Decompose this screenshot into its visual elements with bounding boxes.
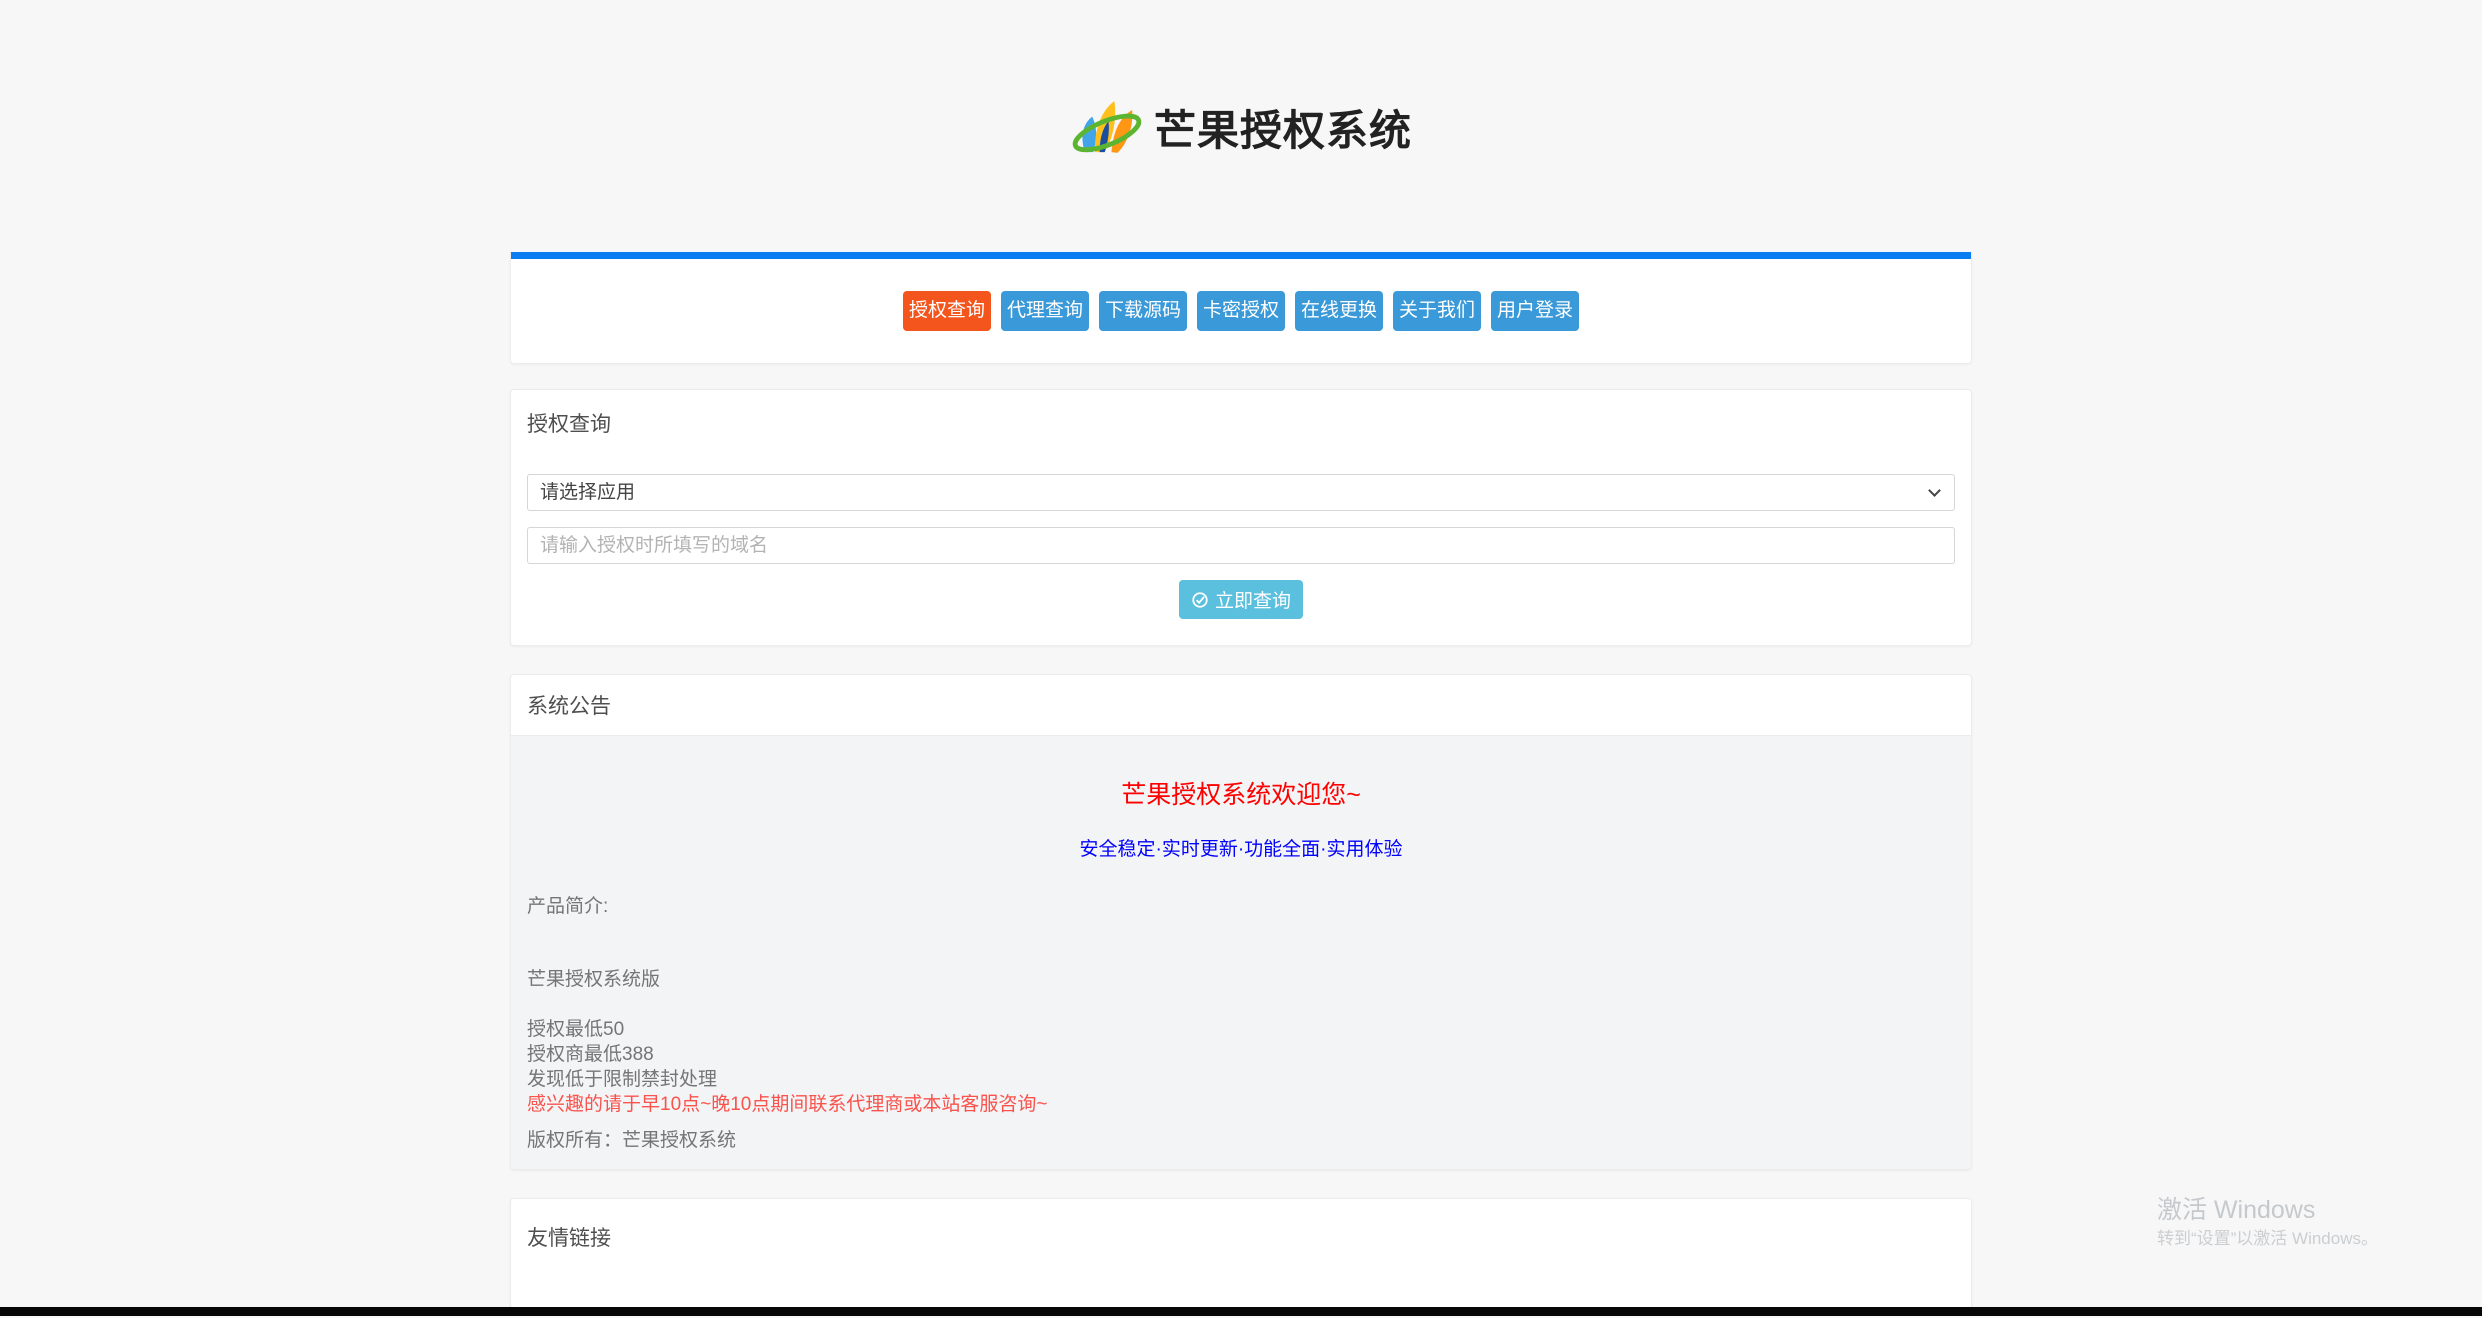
main-nav: 授权查询 代理查询 下载源码 卡密授权 在线更换 关于我们 用户登录 bbox=[511, 259, 1971, 363]
windows-activation-watermark: 激活 Windows 转到“设置”以激活 Windows。 bbox=[2157, 1197, 2378, 1248]
mango-logo-icon bbox=[1070, 90, 1144, 164]
announcement-line-contact: 感兴趣的请于早10点~晚10点期间联系代理商或本站客服咨询~ bbox=[527, 1094, 1048, 1115]
app-select-wrap: 请选择应用 bbox=[527, 474, 1955, 511]
site-header: 芒果授权系统 bbox=[0, 0, 2482, 164]
query-submit-button[interactable]: 立即查询 bbox=[1178, 580, 1303, 619]
announcement-line-warning: 发现低于限制禁封处理 bbox=[527, 1069, 718, 1090]
domain-input[interactable] bbox=[527, 527, 1955, 564]
nav-item-online-replace[interactable]: 在线更换 bbox=[1295, 291, 1384, 331]
announcement-price-lines: 授权最低50 授权商最低388 发现低于限制禁封处理 感兴趣的请于早10点~晚1… bbox=[527, 1017, 1955, 1117]
announcement-card-title: 系统公告 bbox=[511, 675, 1971, 736]
announcement-card: 系统公告 芒果授权系统欢迎您~ 安全稳定·实时更新·功能全面·实用体验 产品简介… bbox=[510, 674, 1972, 1170]
watermark-line1: 激活 Windows bbox=[2156, 1196, 2316, 1224]
submit-row: 立即查询 bbox=[527, 580, 1955, 619]
nav-item-user-login[interactable]: 用户登录 bbox=[1491, 291, 1580, 331]
announcement-line-agent-min: 授权商最低388 bbox=[527, 1044, 654, 1065]
check-circle-icon bbox=[1191, 591, 1209, 609]
top-accent-bar bbox=[511, 252, 1971, 259]
friend-links-title: 友情链接 bbox=[527, 1227, 611, 1250]
watermark-line2: 转到“设置”以激活 Windows。 bbox=[2156, 1229, 2378, 1248]
content-container: 授权查询 代理查询 下载源码 卡密授权 在线更换 关于我们 用户登录 授权查询 … bbox=[510, 252, 1972, 1309]
bottom-black-bar bbox=[0, 1307, 2482, 1316]
app-select[interactable]: 请选择应用 bbox=[527, 474, 1955, 511]
nav-item-about-us[interactable]: 关于我们 bbox=[1393, 291, 1482, 331]
page: 芒果授权系统 授权查询 代理查询 下载源码 卡密授权 在线更换 关于我们 用户登… bbox=[0, 0, 2482, 1309]
announcement-copyright: 版权所有：芒果授权系统 bbox=[527, 1130, 737, 1151]
site-title: 芒果授权系统 bbox=[1153, 105, 1412, 155]
announcement-body: 芒果授权系统欢迎您~ 安全稳定·实时更新·功能全面·实用体验 产品简介: 芒果授… bbox=[511, 736, 1971, 1169]
nav-item-auth-query[interactable]: 授权查询 bbox=[902, 291, 991, 331]
nav-item-download-source[interactable]: 下载源码 bbox=[1098, 291, 1187, 331]
friend-links-card: 友情链接 bbox=[510, 1198, 1972, 1309]
nav-item-card-key-auth[interactable]: 卡密授权 bbox=[1196, 291, 1285, 331]
nav-bar-card: 授权查询 代理查询 下载源码 卡密授权 在线更换 关于我们 用户登录 bbox=[510, 252, 1972, 364]
announcement-intro-label: 产品简介: bbox=[527, 896, 609, 917]
query-submit-label: 立即查询 bbox=[1214, 591, 1291, 612]
auth-query-card-title: 授权查询 bbox=[527, 413, 611, 436]
nav-item-agent-query[interactable]: 代理查询 bbox=[1000, 291, 1089, 331]
auth-query-card: 授权查询 请选择应用 立即查询 bbox=[510, 389, 1972, 646]
announcement-product-name: 芒果授权系统版 bbox=[527, 969, 661, 990]
announcement-tagline: 安全稳定·实时更新·功能全面·实用体验 bbox=[1079, 839, 1403, 860]
announcement-line-auth-min: 授权最低50 bbox=[527, 1019, 625, 1040]
announcement-headline: 芒果授权系统欢迎您~ bbox=[1121, 781, 1361, 809]
